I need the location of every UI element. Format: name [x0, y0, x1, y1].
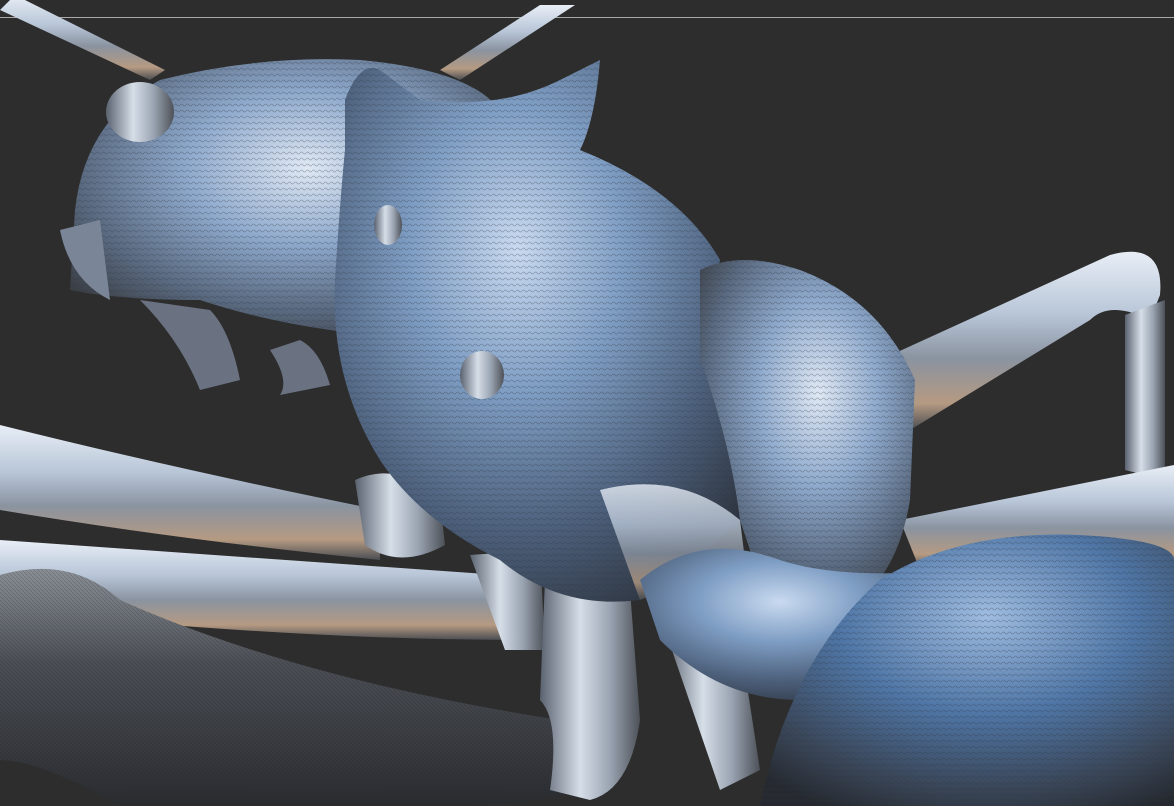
antenna-left: [0, 0, 165, 80]
ant-model-render[interactable]: [0, 0, 1174, 806]
leg-back-right: [880, 251, 1174, 570]
antenna-right: [440, 5, 575, 80]
ant-eye: [106, 82, 174, 142]
thorax-spiracle: [460, 351, 504, 399]
viewport-canvas[interactable]: [0, 0, 1174, 806]
